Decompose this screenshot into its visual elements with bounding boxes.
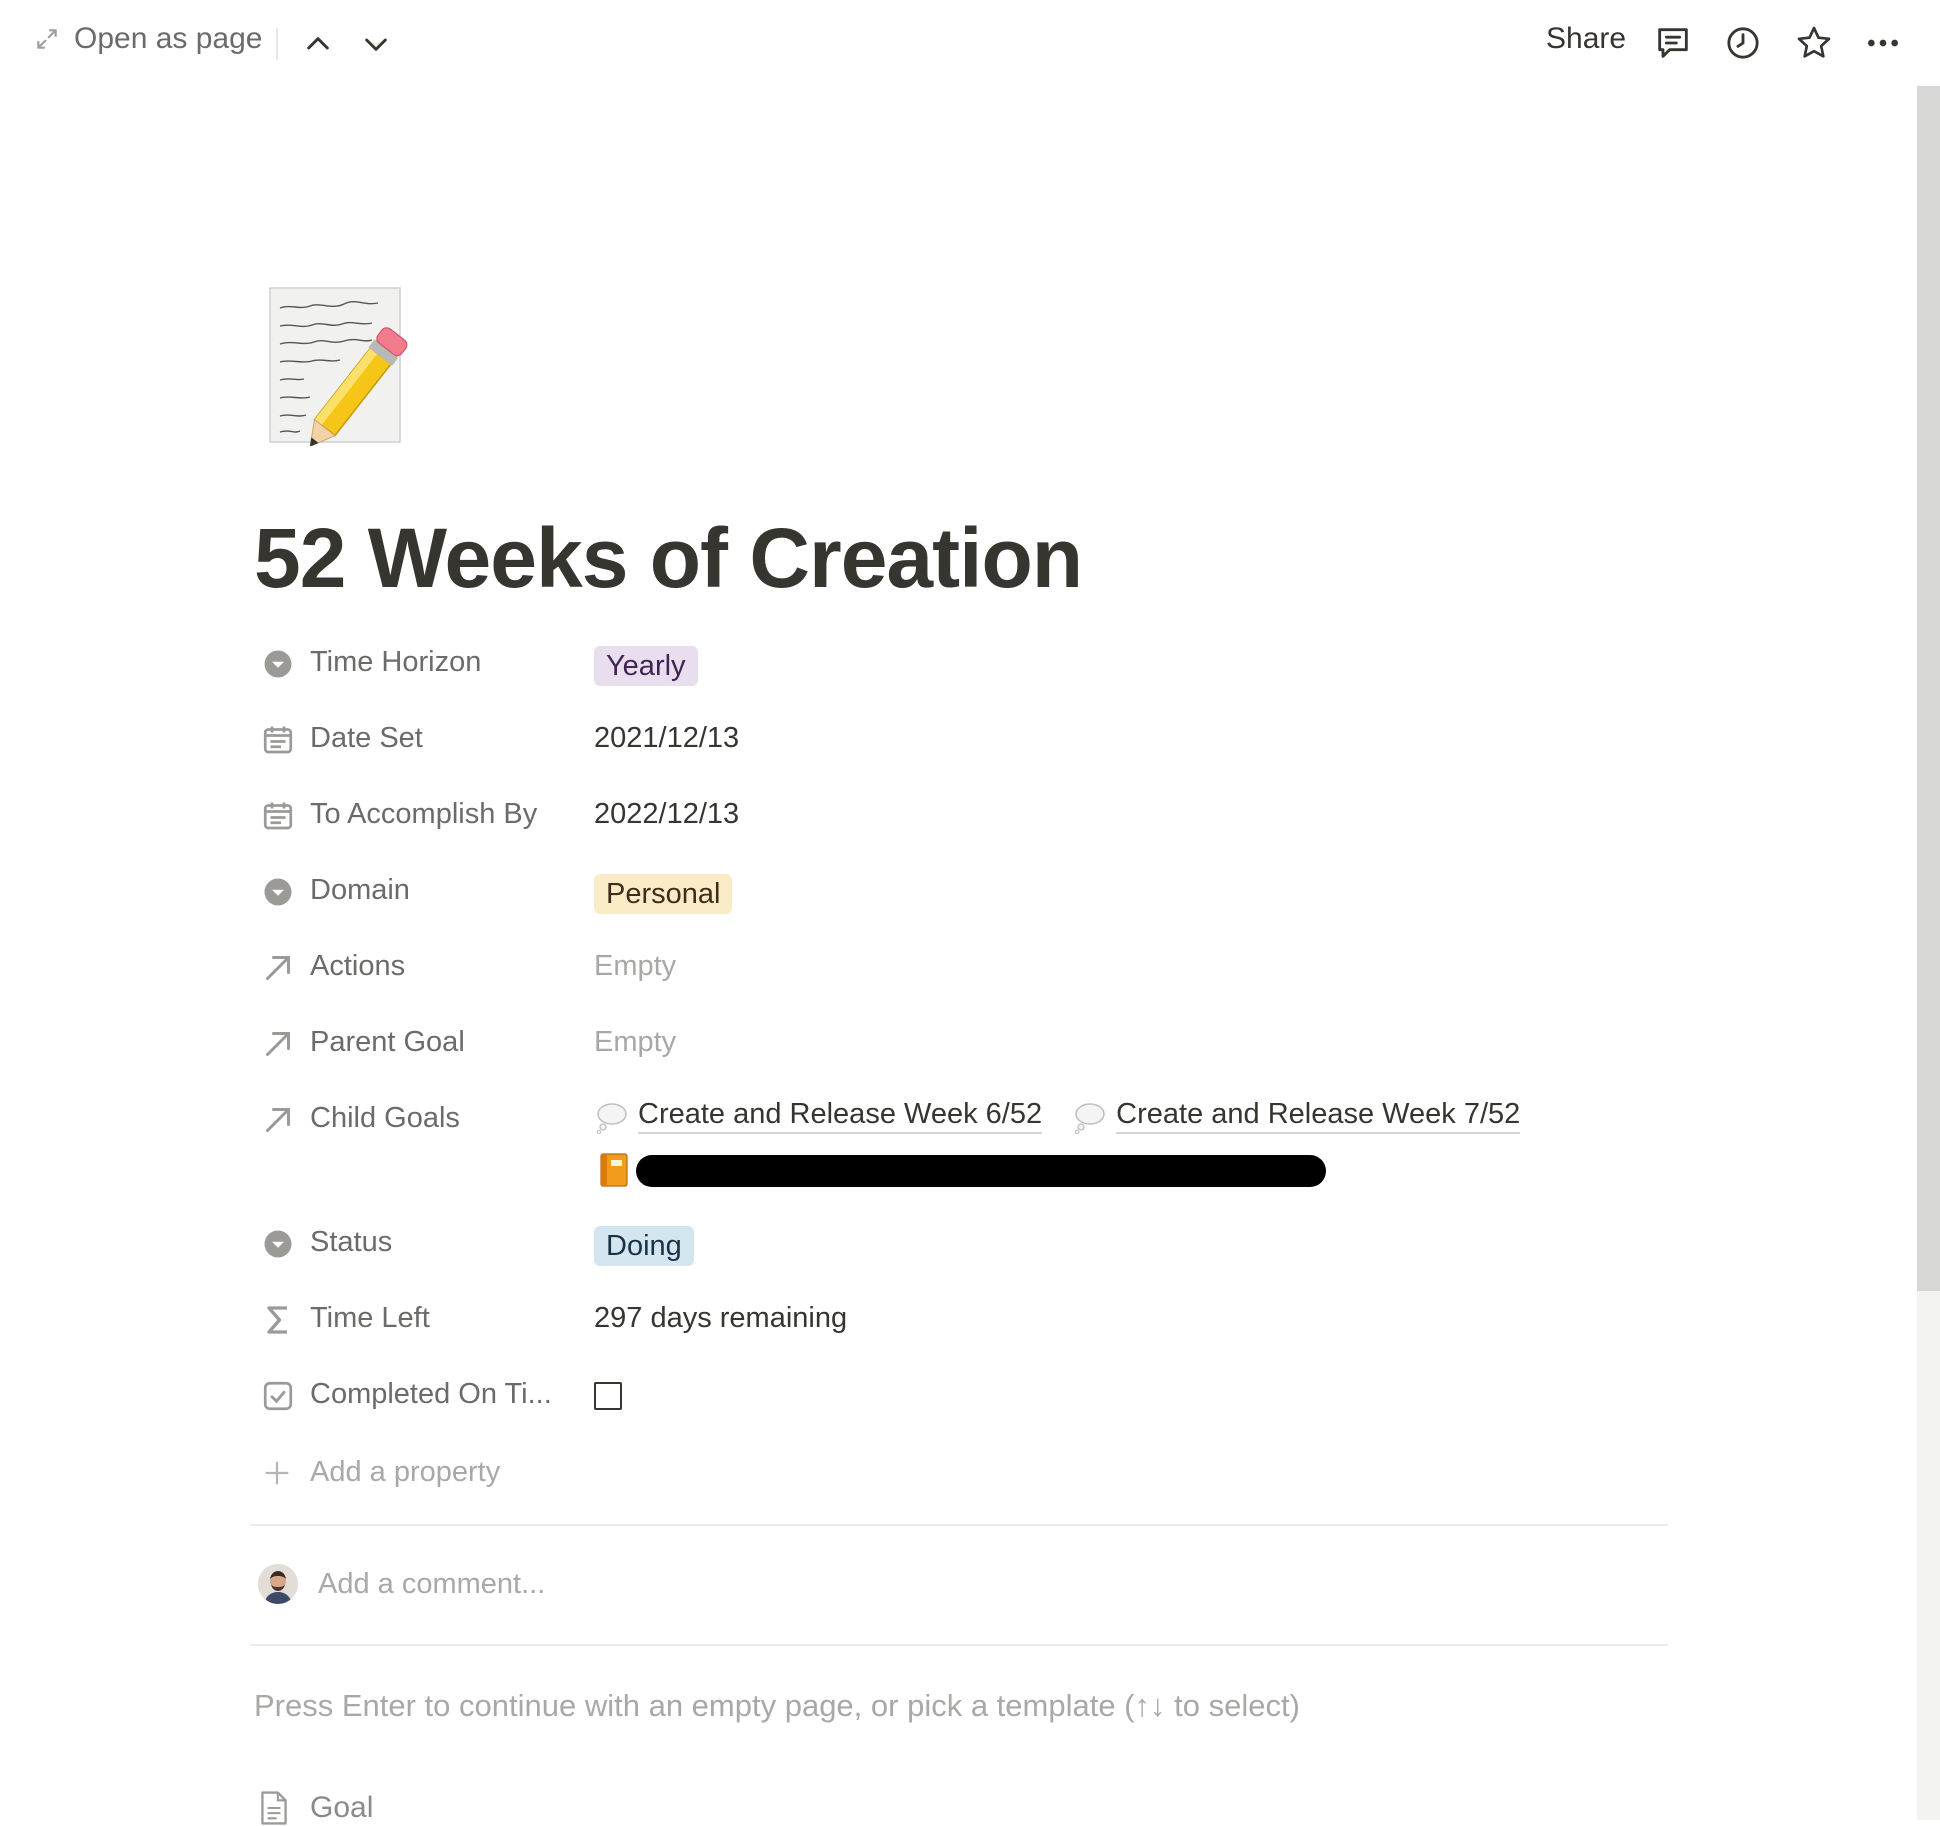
chevron-down-icon <box>365 38 387 51</box>
redacted-child-goal[interactable] <box>636 1155 1326 1187</box>
template-option-goal[interactable]: Goal <box>258 1790 373 1826</box>
open-as-page-button[interactable]: Open as page <box>34 22 262 56</box>
divider <box>250 1644 1668 1646</box>
avatar <box>258 1564 298 1604</box>
select-icon <box>260 1226 296 1262</box>
sigma-icon <box>260 1302 296 1338</box>
book-icon <box>600 1153 628 1187</box>
comment-input[interactable]: Add a comment... <box>318 1568 545 1601</box>
scrollbar-thumb[interactable] <box>1917 86 1940 1291</box>
add-property-button[interactable]: Add a property <box>262 1456 500 1489</box>
property-label[interactable]: Domain <box>310 874 410 907</box>
child-goal-link[interactable]: Create and Release Week 7/52 <box>1072 1098 1521 1134</box>
property-label[interactable]: Time Horizon <box>310 646 481 679</box>
property-time-horizon: Time Horizon Yearly <box>258 636 1678 696</box>
property-value: Create and Release Week 6/52 Create and … <box>594 1098 1542 1142</box>
property-label[interactable]: Date Set <box>310 722 423 755</box>
property-label[interactable]: To Accomplish By <box>310 798 537 831</box>
checkbox-icon <box>260 1378 296 1414</box>
property-value[interactable]: Doing <box>594 1226 694 1266</box>
share-button[interactable]: Share <box>1546 22 1626 56</box>
select-icon <box>260 646 296 682</box>
property-label[interactable]: Time Left <box>310 1302 430 1335</box>
property-label[interactable]: Parent Goal <box>310 1026 465 1059</box>
property-value[interactable]: Empty <box>594 950 676 983</box>
calendar-icon <box>260 722 296 758</box>
comments-button[interactable] <box>1650 20 1696 66</box>
comment-icon <box>1658 28 1688 58</box>
child-goal-title: Create and Release Week 7/52 <box>1116 1098 1521 1134</box>
property-value[interactable]: 2021/12/13 <box>594 722 739 755</box>
tag-doing: Doing <box>594 1226 694 1266</box>
relation-arrow-icon <box>260 950 296 986</box>
property-label[interactable]: Completed On Ti... <box>310 1378 552 1411</box>
updates-button[interactable] <box>1720 20 1766 66</box>
star-icon <box>1797 26 1831 58</box>
add-property-label: Add a property <box>310 1456 501 1488</box>
open-as-page-label: Open as page <box>74 22 263 55</box>
property-completed-on-time: Completed On Ti... <box>258 1368 1678 1428</box>
property-value[interactable]: Personal <box>594 874 733 914</box>
page-icon <box>261 1791 287 1825</box>
property-parent-goal: Parent Goal Empty <box>258 1016 1678 1076</box>
property-date-set: Date Set 2021/12/13 <box>258 712 1678 772</box>
top-bar: Open as page Share <box>0 0 1940 86</box>
property-label[interactable]: Status <box>310 1226 392 1259</box>
property-time-left: Time Left 297 days remaining <box>258 1292 1678 1352</box>
more-options-button[interactable] <box>1860 20 1906 66</box>
property-to-accomplish-by: To Accomplish By 2022/12/13 <box>258 788 1678 848</box>
relation-arrow-icon <box>260 1026 296 1062</box>
previous-page-button[interactable] <box>298 24 338 64</box>
divider <box>250 1524 1668 1526</box>
property-value[interactable]: 2022/12/13 <box>594 798 739 831</box>
toolbar-divider <box>276 28 278 60</box>
select-icon <box>260 874 296 910</box>
property-status: Status Doing <box>258 1216 1678 1276</box>
property-child-goals: Child Goals Create and Release Week 6/52… <box>258 1092 1678 1152</box>
thought-bubble-icon <box>1074 1103 1105 1134</box>
property-value[interactable]: Empty <box>594 1026 676 1059</box>
child-goal-link[interactable]: Create and Release Week 6/52 <box>594 1098 1043 1134</box>
property-label[interactable]: Child Goals <box>310 1102 460 1135</box>
property-value[interactable]: Yearly <box>594 646 698 686</box>
tag-personal: Personal <box>594 874 733 914</box>
calendar-icon <box>260 798 296 834</box>
property-label[interactable]: Actions <box>310 950 405 983</box>
memo-pencil-icon[interactable] <box>266 286 416 446</box>
plus-icon <box>265 1461 289 1484</box>
completed-on-time-checkbox[interactable] <box>594 1382 622 1410</box>
more-horizontal-icon <box>1868 39 1898 47</box>
expand-icon <box>37 29 57 49</box>
chevron-up-icon <box>307 37 329 50</box>
property-actions: Actions Empty <box>258 940 1678 1000</box>
template-hint: Press Enter to continue with an empty pa… <box>254 1688 1300 1723</box>
page-title[interactable]: 52 Weeks of Creation <box>254 510 1083 607</box>
tag-yearly: Yearly <box>594 646 698 686</box>
next-page-button[interactable] <box>356 24 396 64</box>
child-goal-title: Create and Release Week 6/52 <box>638 1098 1043 1134</box>
thought-bubble-icon <box>596 1103 627 1134</box>
clock-icon <box>1727 27 1759 59</box>
property-value: 297 days remaining <box>594 1302 848 1334</box>
property-domain: Domain Personal <box>258 864 1678 924</box>
favorite-button[interactable] <box>1791 20 1837 66</box>
relation-arrow-icon <box>260 1102 296 1138</box>
